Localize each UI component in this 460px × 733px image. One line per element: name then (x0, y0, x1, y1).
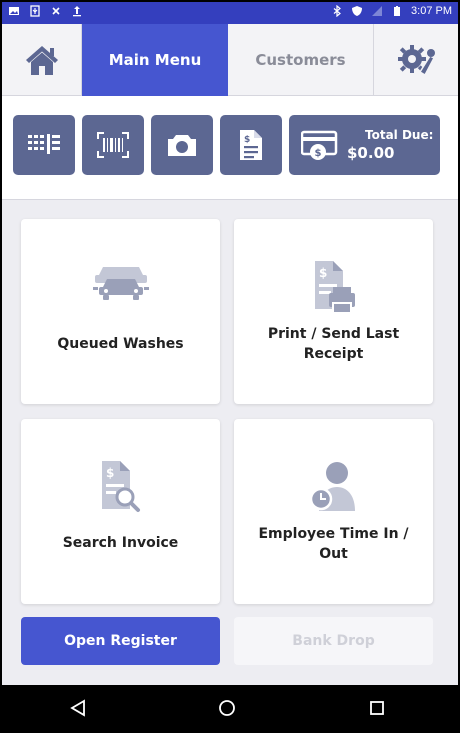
home-circle-icon (219, 700, 235, 716)
print-send-receipt-card[interactable]: $ Print / Send Last Receipt (234, 219, 433, 404)
android-home-button[interactable] (217, 698, 237, 718)
back-triangle-icon (70, 699, 85, 717)
bluetooth-icon (333, 5, 341, 17)
card-dollar-icon: $ (301, 130, 338, 160)
employee-time-label: Employee Time In / Out (258, 526, 409, 562)
queued-washes-label: Queued Washes (57, 336, 184, 352)
svg-text:$: $ (319, 266, 327, 280)
close-icon (52, 7, 60, 15)
usb-icon (30, 5, 40, 17)
employee-time-card[interactable]: Employee Time In / Out (234, 419, 433, 604)
signal-icon (372, 6, 383, 16)
top-nav: Main Menu Customers (2, 24, 458, 96)
gear-wrench-icon (398, 45, 436, 77)
search-invoice-label: Search Invoice (62, 535, 179, 551)
barcode-scan-button[interactable] (82, 115, 144, 175)
camera-icon (168, 135, 196, 156)
barcode-scan-icon (97, 132, 129, 158)
image-icon (9, 7, 19, 15)
back-button[interactable] (68, 698, 88, 718)
upload-icon (73, 6, 81, 17)
tab-main-menu[interactable]: Main Menu (82, 24, 228, 96)
employee-clock-icon (309, 462, 355, 511)
search-invoice-card[interactable]: $ Search Invoice (21, 419, 220, 604)
svg-text:$: $ (315, 148, 322, 159)
cars-queue-icon (92, 267, 149, 300)
total-due-button[interactable]: $ Total Due: $0.00 (289, 115, 440, 175)
app-frame: 3:07 PM Main Menu Customers $ $ Total Du… (2, 2, 458, 731)
settings-button[interactable] (374, 24, 458, 96)
keypad-icon (28, 134, 60, 154)
status-time: 3:07 PM (411, 5, 452, 17)
document-button[interactable]: $ (220, 115, 282, 175)
home-icon (25, 46, 58, 75)
quick-toolbar: $ $ Total Due: $0.00 (2, 96, 458, 200)
total-due-amount: $0.00 (347, 144, 395, 162)
home-button[interactable] (2, 24, 82, 96)
print-send-receipt-label: Print / Send Last Receipt (267, 326, 400, 362)
tab-customers[interactable]: Customers (228, 24, 374, 96)
total-due-label: Total Due: (365, 128, 434, 142)
receipt-print-icon: $ (314, 261, 355, 314)
bank-drop-button[interactable]: Bank Drop (234, 617, 433, 665)
recent-square-icon (370, 701, 384, 715)
svg-text:$: $ (244, 135, 250, 145)
battery-icon (394, 6, 401, 16)
status-bar: 3:07 PM (2, 2, 458, 24)
vpn-shield-icon (352, 6, 363, 16)
queued-washes-card[interactable]: Queued Washes (21, 219, 220, 404)
svg-text:$: $ (106, 466, 114, 480)
keypad-button[interactable] (13, 115, 75, 175)
recent-apps-button[interactable] (367, 698, 387, 718)
document-icon: $ (240, 130, 262, 160)
android-nav-bar (2, 685, 458, 731)
invoice-search-icon: $ (101, 461, 140, 512)
camera-button[interactable] (151, 115, 213, 175)
open-register-button[interactable]: Open Register (21, 617, 220, 665)
